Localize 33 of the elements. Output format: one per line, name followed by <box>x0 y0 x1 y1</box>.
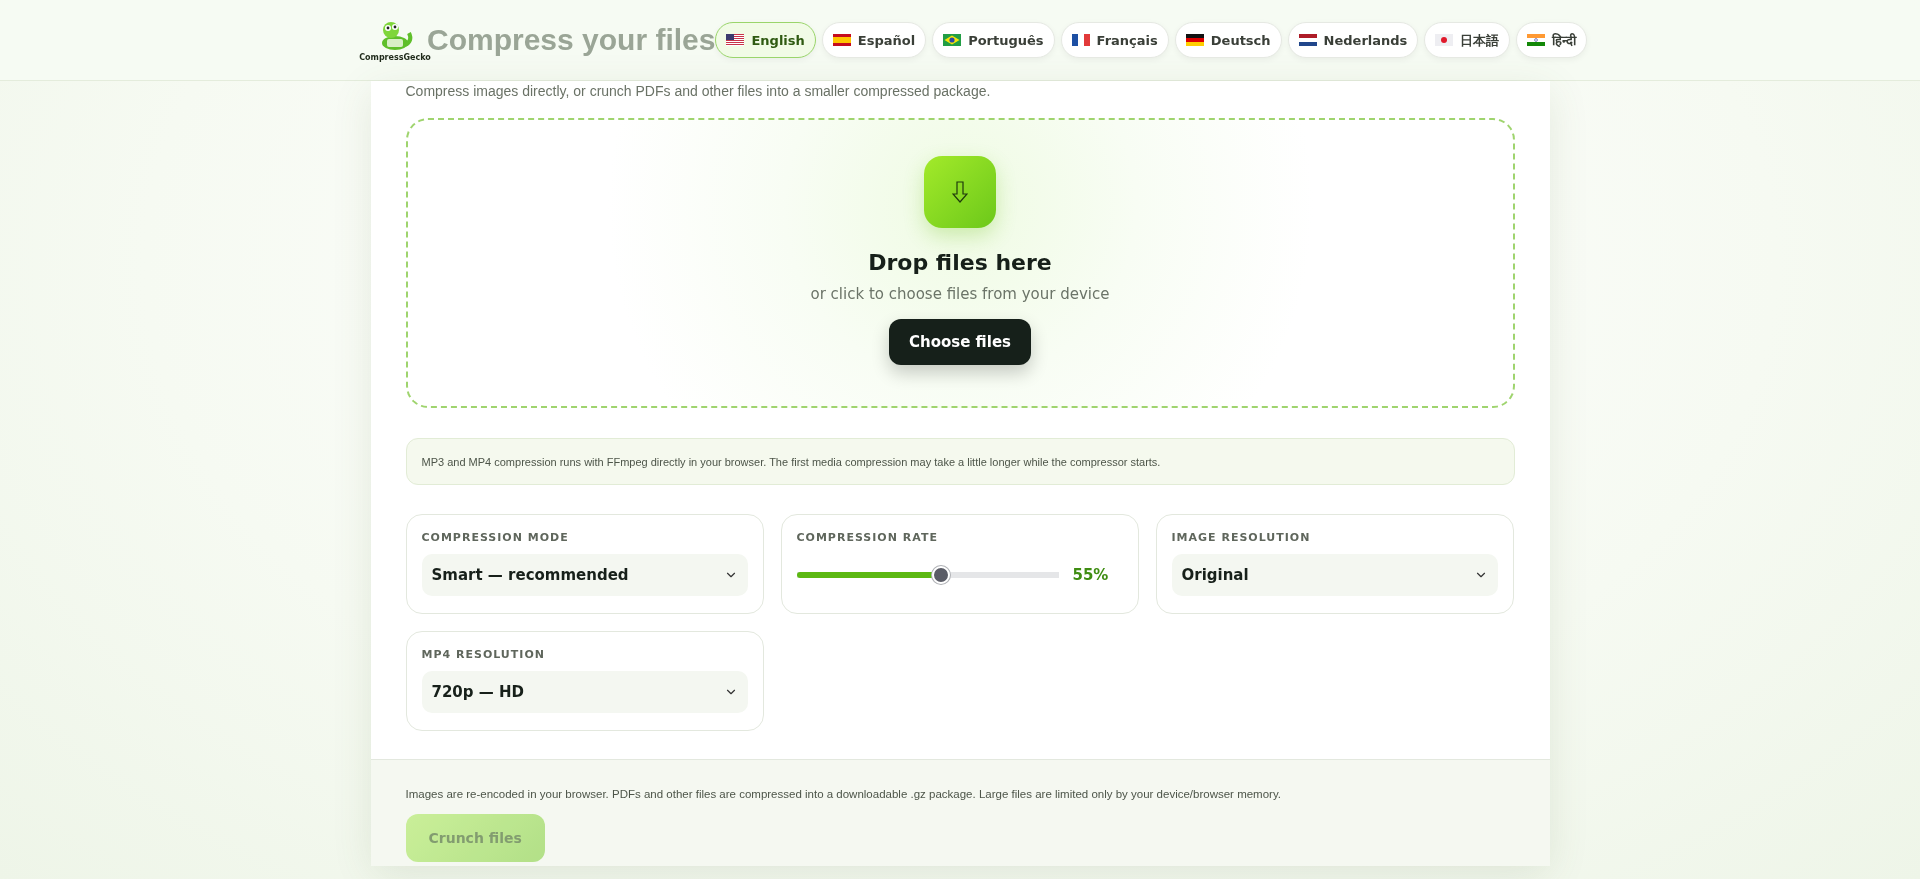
flag-icon <box>1185 34 1204 46</box>
flag-icon <box>1298 34 1317 46</box>
page-subtitle: Compress images directly, or crunch PDFs and other files into a smaller compressed package. <box>405 82 992 101</box>
language-button[interactable]: Français <box>1060 22 1169 58</box>
flag-icon <box>1435 34 1454 46</box>
choose-files-button[interactable]: Choose files <box>889 319 1031 365</box>
setting-label: MP4 RESOLUTION <box>421 648 546 661</box>
flag-icon <box>1527 34 1546 46</box>
slider-value: 55% <box>1072 566 1109 584</box>
setting-label: COMPRESSION MODE <box>421 531 570 544</box>
dropdown[interactable]: 720p — HD <box>421 671 748 713</box>
language-button[interactable]: Deutsch <box>1174 22 1282 58</box>
setting-label: COMPRESSION RATE <box>796 531 939 544</box>
language-button[interactable]: 日本語 <box>1424 22 1511 58</box>
dropdown[interactable]: Smart — recommended <box>421 554 748 596</box>
drop-title: Drop files here <box>868 250 1052 275</box>
dropdown[interactable]: Original <box>1171 554 1498 596</box>
language-button[interactable]: English <box>715 22 816 58</box>
flag-icon <box>943 34 962 46</box>
flag-icon <box>1071 34 1090 46</box>
info-note: MP3 and MP4 compression runs with FFmpeg directly in your browser. The first media compression may take a little longer while the compressor starts. <box>405 438 1515 485</box>
footer-text: Images are re-encoded in your browser. PDFs and other files are compressed into a downloadable .gz package. Large files are limited only by your device/browser memory. <box>405 788 1282 800</box>
language-button[interactable]: Português <box>932 22 1055 58</box>
drop-zone[interactable]: Drop files here or click to choose files from your device Choose files <box>405 118 1515 408</box>
down-arrow-icon <box>952 181 968 203</box>
flag-icon <box>726 34 745 46</box>
drop-hint: or click to choose files from your device <box>810 285 1110 303</box>
slider-thumb[interactable] <box>931 566 950 584</box>
setting-label: IMAGE RESOLUTION <box>1171 531 1312 544</box>
flag-icon <box>832 34 851 46</box>
language-button[interactable]: हिन्दी <box>1516 22 1588 58</box>
language-button[interactable]: Español <box>821 22 927 58</box>
language-button[interactable]: Nederlands <box>1287 22 1419 58</box>
